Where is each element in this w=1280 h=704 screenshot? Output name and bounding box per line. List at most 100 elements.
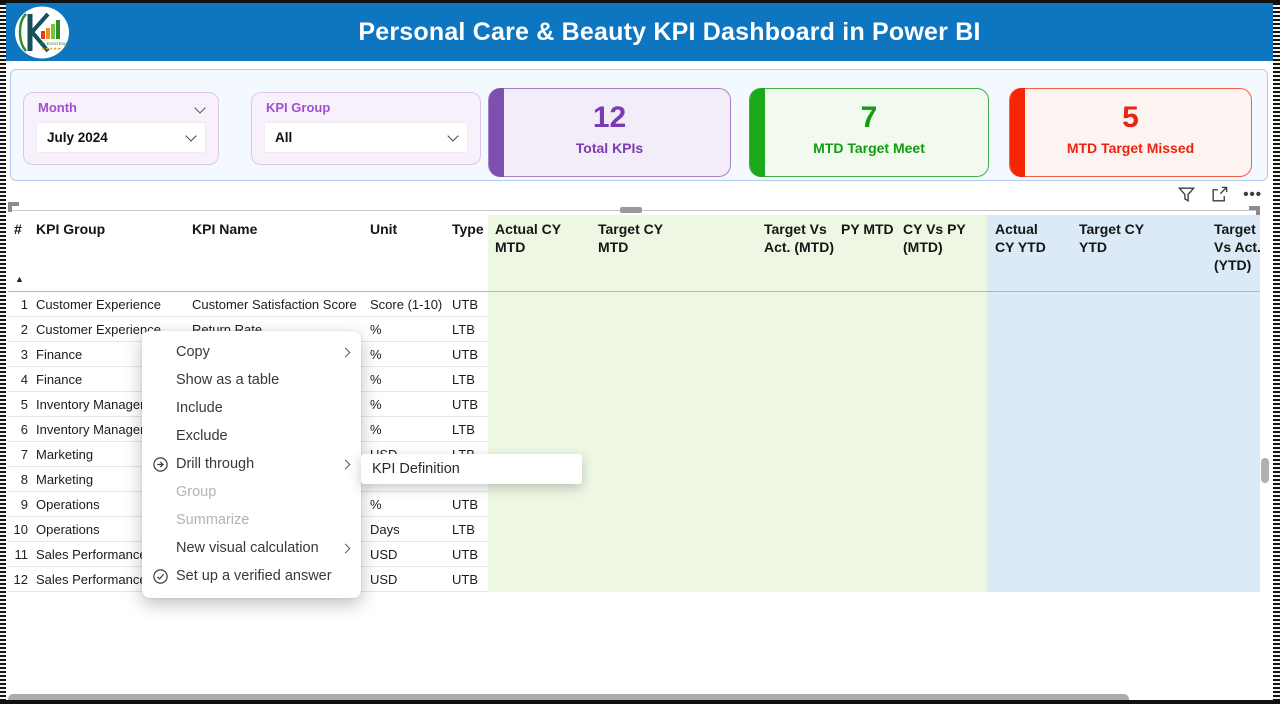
total-kpis-card[interactable]: 12 Total KPIs [488, 88, 731, 177]
menu-item-set-up-verified-answer[interactable]: Set up a verified answer [142, 562, 361, 590]
column-header[interactable]: Actual CY YTD [987, 220, 1060, 271]
row-number: 5 [8, 392, 32, 416]
menu-item-drill-through[interactable]: Drill through [142, 450, 361, 478]
row-number: 7 [8, 442, 32, 466]
page-title: Personal Care & Beauty KPI Dashboard in … [76, 3, 1263, 61]
column-header[interactable]: # [8, 220, 32, 271]
mtd-target-missed-label: MTD Target Missed [1010, 140, 1251, 156]
menu-item-show-as-table[interactable]: Show as a table [142, 366, 361, 394]
type-cell: UTB [450, 567, 488, 591]
focus-mode-icon[interactable] [1210, 185, 1229, 204]
page-horizontal-scrollbar-thumb[interactable] [8, 694, 1129, 704]
sort-indicator-row: ▲ [8, 271, 1260, 292]
month-dropdown[interactable]: July 2024 [36, 122, 206, 153]
kpi-group-slicer: KPI Group All [251, 92, 481, 165]
left-frame-hatch [0, 3, 6, 700]
month-dropdown-value: July 2024 [47, 130, 187, 145]
chevron-down-icon [185, 130, 196, 141]
column-header[interactable]: Target CY MTD [594, 220, 679, 271]
row-number: 9 [8, 492, 32, 516]
context-menu: Copy Show as a table Include Exclude Dri… [142, 331, 361, 598]
kpi-group-cell: Customer Experience [32, 292, 190, 316]
column-header[interactable]: PY MTD [802, 220, 892, 271]
menu-item-exclude[interactable]: Exclude [142, 422, 361, 450]
unit-cell: % [368, 492, 450, 516]
mtd-target-missed-card[interactable]: 5 MTD Target Missed [1009, 88, 1252, 177]
submenu-item-kpi-definition[interactable]: KPI Definition [361, 461, 460, 477]
filters-panel: Month July 2024 KPI Group All 12 Total K… [10, 69, 1268, 181]
month-slicer: Month July 2024 [23, 92, 219, 165]
type-cell: UTB [450, 542, 488, 566]
unit-cell: % [368, 417, 450, 441]
card-accent-bar [750, 88, 765, 177]
row-number: 4 [8, 367, 32, 391]
card-accent-bar [489, 88, 504, 177]
drill-through-icon [152, 456, 169, 473]
column-header[interactable]: KPI Name [190, 220, 368, 271]
menu-item-group: Group [142, 478, 361, 506]
more-options-icon[interactable]: ••• [1243, 190, 1262, 200]
column-header[interactable]: CY Vs PY (MTD) [892, 220, 987, 271]
verified-answer-icon [152, 568, 169, 585]
sort-ascending-icon: ▲ [15, 274, 24, 284]
total-kpis-label: Total KPIs [489, 140, 730, 156]
row-number: 11 [8, 542, 32, 566]
visual-header-toolbar: ••• [1177, 185, 1262, 204]
row-number: 10 [8, 517, 32, 541]
chevron-right-icon [341, 459, 351, 469]
right-frame-hatch [1273, 3, 1280, 700]
column-header[interactable]: Unit [368, 220, 450, 271]
row-number: 12 [8, 567, 32, 591]
filter-icon[interactable] [1177, 185, 1196, 204]
unit-cell: USD [368, 567, 450, 591]
mtd-target-meet-value: 7 [750, 101, 988, 135]
type-cell: LTB [450, 317, 488, 341]
unit-cell: Days [368, 517, 450, 541]
unit-cell: % [368, 317, 450, 341]
column-header[interactable]: Type [450, 220, 488, 271]
column-header[interactable]: Target Vs Act. (MTD) [679, 220, 802, 271]
menu-item-copy[interactable]: Copy [142, 338, 361, 366]
dashboard: An Excel Expert ★★★★★ Personal Care & Be… [0, 0, 1280, 704]
column-header[interactable]: Target Vs Act. (YTD) [1147, 220, 1260, 271]
visual-corner-handle [8, 202, 19, 212]
type-cell: UTB [450, 392, 488, 416]
drill-through-submenu: KPI Definition [361, 454, 582, 484]
kpi-name-cell: Customer Satisfaction Score [190, 292, 368, 316]
app-logo: An Excel Expert ★★★★★ [14, 6, 70, 59]
table-top-scrollbar-thumb[interactable] [620, 207, 642, 213]
type-cell: LTB [450, 517, 488, 541]
mtd-target-meet-label: MTD Target Meet [750, 140, 988, 156]
row-number: 8 [8, 467, 32, 491]
row-number: 1 [8, 292, 32, 316]
column-header[interactable]: KPI Group [32, 220, 190, 271]
chevron-right-icon [341, 347, 351, 357]
menu-item-new-visual-calculation[interactable]: New visual calculation [142, 534, 361, 562]
mtd-target-meet-card[interactable]: 7 MTD Target Meet [749, 88, 989, 177]
chevron-down-icon[interactable] [194, 102, 205, 113]
total-kpis-value: 12 [489, 101, 730, 135]
table-header-row: # KPI Group KPI Name Unit Type Actual CY… [8, 215, 1260, 271]
row-number: 3 [8, 342, 32, 366]
chevron-down-icon [447, 130, 458, 141]
kpi-group-dropdown-value: All [275, 130, 449, 145]
mtd-target-missed-value: 5 [1010, 101, 1251, 135]
kpi-group-dropdown[interactable]: All [264, 122, 468, 153]
unit-cell: % [368, 367, 450, 391]
chevron-right-icon [341, 543, 351, 553]
title-bar: An Excel Expert ★★★★★ Personal Care & Be… [6, 3, 1273, 61]
unit-cell: USD [368, 542, 450, 566]
unit-cell: % [368, 392, 450, 416]
menu-item-summarize: Summarize [142, 506, 361, 534]
column-header[interactable]: Target CY YTD [1060, 220, 1147, 271]
svg-text:★★★★★: ★★★★★ [41, 46, 62, 51]
type-cell: UTB [450, 292, 488, 316]
type-cell: LTB [450, 367, 488, 391]
card-accent-bar [1010, 88, 1025, 177]
kpi-group-slicer-label: KPI Group [266, 100, 330, 115]
unit-cell: % [368, 342, 450, 366]
menu-item-include[interactable]: Include [142, 394, 361, 422]
table-vertical-scrollbar-thumb[interactable] [1261, 458, 1269, 483]
row-number: 6 [8, 417, 32, 441]
column-header[interactable]: Actual CY MTD [488, 220, 594, 271]
